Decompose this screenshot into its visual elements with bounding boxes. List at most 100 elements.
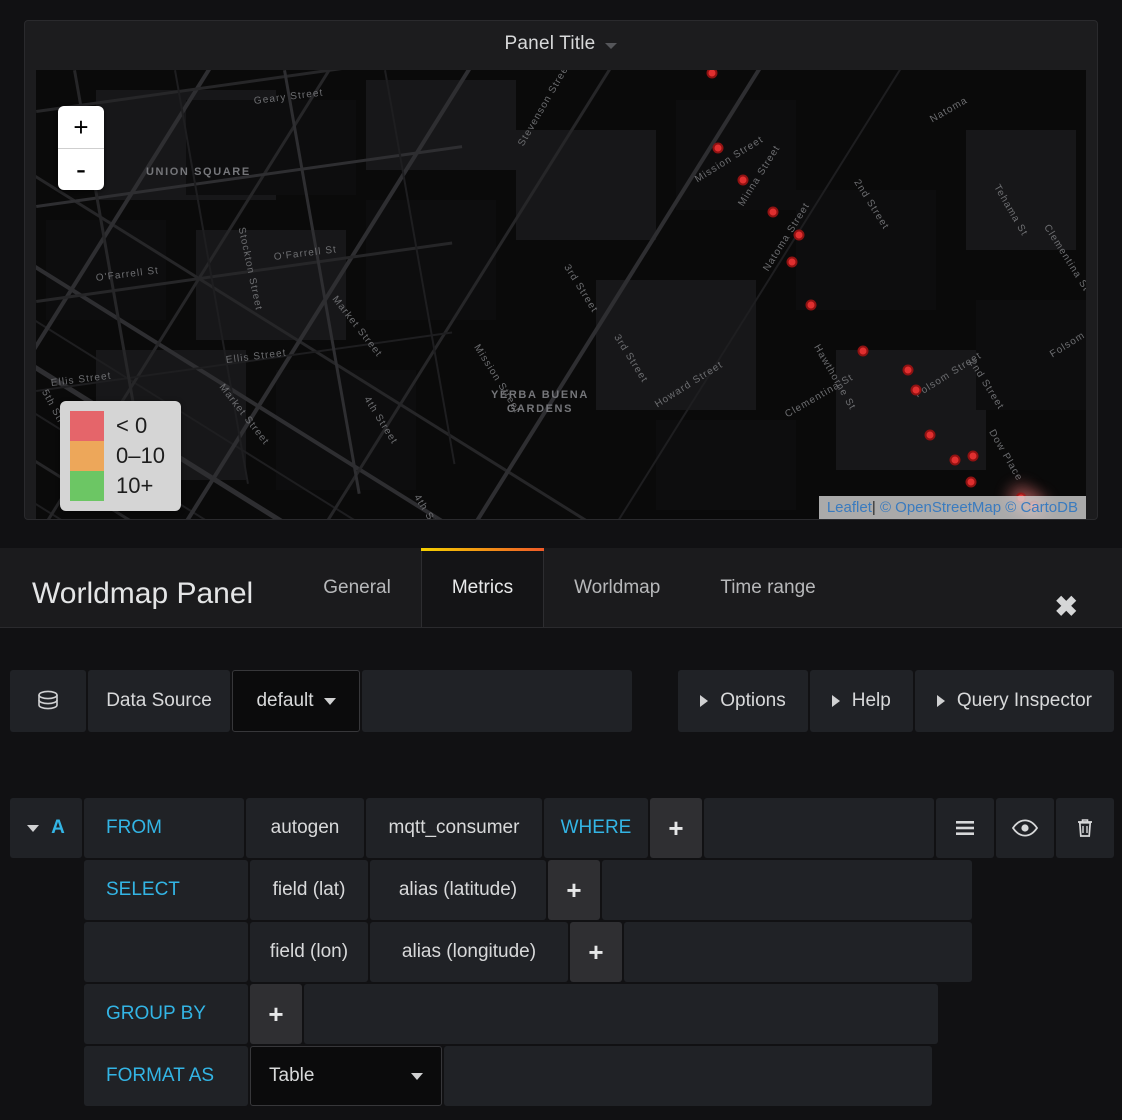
add-select-part-lat-button[interactable]: + bbox=[548, 860, 600, 920]
group-by-tail[interactable] bbox=[304, 984, 938, 1044]
help-button[interactable]: Help bbox=[809, 670, 913, 732]
map-marker bbox=[965, 476, 977, 488]
chevron-right-icon bbox=[936, 695, 945, 707]
map-street-label: 3rd Street bbox=[561, 262, 600, 315]
map-marker bbox=[924, 429, 936, 441]
map-marker bbox=[805, 299, 817, 311]
add-group-by-button[interactable]: + bbox=[250, 984, 302, 1044]
query-row-from: A FROM autogen mqtt_consumer WHERE + bbox=[10, 798, 1114, 858]
query-menu-button[interactable] bbox=[936, 798, 994, 858]
row-indent bbox=[10, 922, 82, 982]
select-label-placeholder bbox=[84, 922, 248, 982]
format-as-label[interactable]: FORMAT AS bbox=[84, 1046, 248, 1106]
group-by-label[interactable]: GROUP BY bbox=[84, 984, 248, 1044]
chevron-down-icon[interactable] bbox=[605, 43, 618, 49]
add-select-part-lon-button[interactable]: + bbox=[570, 922, 622, 982]
chevron-down-icon bbox=[27, 824, 40, 832]
tab-metrics[interactable]: Metrics bbox=[420, 548, 545, 627]
map-street-label: Natoma bbox=[928, 94, 970, 126]
map-marker bbox=[767, 206, 779, 218]
tab-general[interactable]: General bbox=[293, 548, 421, 627]
legend-swatch-mid bbox=[70, 441, 104, 471]
legend-swatch-high bbox=[70, 471, 104, 501]
format-as-value: Table bbox=[269, 1065, 315, 1086]
options-button[interactable]: Options bbox=[678, 670, 808, 732]
tab-time-range[interactable]: Time range bbox=[690, 548, 845, 627]
where-conditions-area[interactable] bbox=[704, 798, 934, 858]
attribution-separator: | bbox=[871, 499, 876, 516]
map-marker bbox=[706, 70, 718, 79]
query-inspector-button[interactable]: Query Inspector bbox=[914, 670, 1114, 732]
select-alias-latitude[interactable]: alias (latitude) bbox=[370, 860, 546, 920]
chevron-right-icon bbox=[700, 695, 709, 707]
query-toolbar: Data Source default Options Help Query I… bbox=[10, 670, 1114, 732]
map-place-label: UNION SQUARE bbox=[146, 166, 251, 178]
query-editor: A FROM autogen mqtt_consumer WHERE + SEL… bbox=[10, 798, 1114, 1108]
chevron-down-icon bbox=[323, 697, 336, 705]
legend-swatches bbox=[70, 411, 104, 501]
map-marker bbox=[737, 174, 749, 186]
cartodb-link[interactable]: © CartoDB bbox=[1005, 499, 1078, 516]
format-as-select[interactable]: Table bbox=[250, 1046, 442, 1106]
datasource-select[interactable]: default bbox=[232, 670, 360, 732]
query-row-select-lon: field (lon) alias (longitude) + bbox=[10, 922, 1114, 982]
map-place-label: YERBA BUENA GARDENS bbox=[491, 389, 589, 415]
format-as-tail[interactable] bbox=[444, 1046, 932, 1106]
select-label[interactable]: SELECT bbox=[84, 860, 248, 920]
map-marker bbox=[786, 256, 798, 268]
editor-tab-list: General Metrics Worldmap Time range bbox=[293, 548, 845, 627]
leaflet-map[interactable]: Geary Street UNION SQUARE O'Farrell St O… bbox=[36, 70, 1086, 519]
select-lon-tail[interactable] bbox=[624, 922, 972, 982]
map-zoom-control[interactable]: + - bbox=[58, 106, 104, 190]
where-label[interactable]: WHERE bbox=[544, 798, 648, 858]
database-icon bbox=[10, 670, 86, 732]
datasource-value: default bbox=[256, 690, 314, 711]
map-marker bbox=[902, 364, 914, 376]
map-marker bbox=[910, 384, 922, 396]
editor-title: Worldmap Panel bbox=[32, 577, 254, 610]
leaflet-link[interactable]: Leaflet bbox=[827, 499, 872, 516]
map-marker bbox=[949, 454, 961, 466]
chevron-down-icon bbox=[411, 1072, 423, 1080]
select-lat-tail[interactable] bbox=[602, 860, 972, 920]
query-row-group-by: GROUP BY + bbox=[10, 984, 1114, 1044]
map-marker bbox=[793, 229, 805, 241]
select-field-lat[interactable]: field (lat) bbox=[250, 860, 368, 920]
map-marker bbox=[857, 345, 869, 357]
from-label[interactable]: FROM bbox=[84, 798, 244, 858]
panel-header[interactable]: Panel Title bbox=[25, 21, 1097, 67]
query-collapse-toggle[interactable]: A bbox=[10, 798, 82, 858]
legend-label-negative: < 0 bbox=[116, 413, 148, 438]
legend-label-high: 10+ bbox=[116, 473, 154, 498]
legend-swatch-negative bbox=[70, 411, 104, 441]
close-icon[interactable]: ✖ bbox=[1055, 593, 1078, 627]
map-marker bbox=[967, 450, 979, 462]
query-inspector-label: Query Inspector bbox=[956, 690, 1092, 711]
query-row-format-as: FORMAT AS Table bbox=[10, 1046, 1114, 1106]
retention-policy-value[interactable]: autogen bbox=[246, 798, 364, 858]
page-title: Panel Title bbox=[504, 33, 596, 54]
add-where-button[interactable]: + bbox=[650, 798, 702, 858]
tab-worldmap[interactable]: Worldmap bbox=[544, 548, 690, 627]
select-alias-longitude[interactable]: alias (longitude) bbox=[370, 922, 568, 982]
select-field-lon[interactable]: field (lon) bbox=[250, 922, 368, 982]
options-label: Options bbox=[720, 690, 786, 711]
toggle-visibility-button[interactable] bbox=[996, 798, 1054, 858]
help-label: Help bbox=[851, 690, 891, 711]
zoom-out-button[interactable]: - bbox=[58, 148, 104, 190]
map-street-label: Dow Place bbox=[986, 427, 1025, 484]
map-attribution: Leaflet| © OpenStreetMap © CartoDB bbox=[818, 496, 1086, 519]
delete-query-button[interactable] bbox=[1056, 798, 1114, 858]
map-street-label: 4th Street bbox=[411, 492, 450, 519]
query-id: A bbox=[51, 817, 65, 838]
row-indent bbox=[10, 860, 82, 920]
chevron-right-icon bbox=[831, 695, 840, 707]
measurement-value[interactable]: mqtt_consumer bbox=[366, 798, 542, 858]
openstreetmap-link[interactable]: © OpenStreetMap bbox=[880, 499, 1001, 516]
map-marker bbox=[712, 142, 724, 154]
panel-editor-tabbar: Worldmap Panel General Metrics Worldmap … bbox=[0, 548, 1122, 628]
row-indent bbox=[10, 1046, 82, 1106]
zoom-in-button[interactable]: + bbox=[58, 106, 104, 148]
row-indent bbox=[10, 984, 82, 1044]
